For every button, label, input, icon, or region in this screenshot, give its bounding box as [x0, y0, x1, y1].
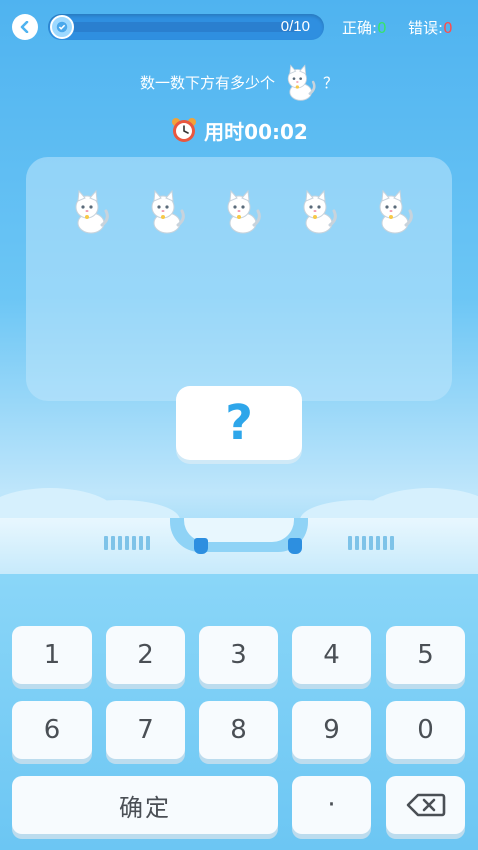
answer-display: ? — [176, 386, 302, 460]
speaker-grille-left — [104, 536, 150, 550]
cat-icon — [287, 64, 316, 101]
badge-icon — [50, 15, 74, 39]
key-4[interactable]: 4 — [292, 626, 371, 684]
question-text: 数一数下方有多少个 ？ — [0, 62, 478, 102]
correct-count: 正确:0 — [342, 17, 387, 38]
correct-value: 0 — [377, 19, 387, 37]
delete-key[interactable] — [386, 776, 465, 834]
cat-row — [66, 187, 416, 235]
key-0[interactable]: 0 — [386, 701, 465, 759]
alarm-clock-icon — [172, 118, 197, 142]
progress-bar: 0/10 — [48, 14, 324, 40]
keypad: 1 2 3 4 5 6 7 8 9 0 确定 · — [0, 574, 478, 850]
key-1[interactable]: 1 — [12, 626, 92, 684]
speaker-grille-right — [348, 536, 394, 550]
decimal-point-key[interactable]: · — [292, 776, 371, 834]
top-bar: 0/10 正确:0 错误:0 — [0, 0, 478, 54]
wrong-value: 0 — [443, 19, 453, 37]
console-knob-left — [194, 538, 208, 554]
key-6[interactable]: 6 — [12, 701, 92, 759]
cat-icon — [294, 187, 340, 235]
counting-panel — [26, 157, 452, 401]
wrong-label: 错误: — [408, 19, 444, 37]
key-7[interactable]: 7 — [106, 701, 185, 759]
question-prefix: 数一数下方有多少个 — [139, 73, 275, 92]
back-arrow-icon — [20, 21, 29, 33]
question-suffix: ？ — [323, 73, 339, 92]
key-3[interactable]: 3 — [199, 626, 278, 684]
console-knob-right — [288, 538, 302, 554]
key-2[interactable]: 2 — [106, 626, 185, 684]
back-button[interactable] — [12, 14, 38, 40]
confirm-button[interactable]: 确定 — [12, 776, 278, 834]
cat-icon — [66, 187, 112, 235]
timer: 用时00:02 — [0, 114, 478, 146]
key-8[interactable]: 8 — [199, 701, 278, 759]
cat-icon — [218, 187, 264, 235]
progress-text: 0/10 — [280, 18, 310, 35]
keypad-console — [0, 518, 478, 574]
cat-icon — [142, 187, 188, 235]
cat-icon — [370, 187, 416, 235]
correct-label: 正确: — [342, 19, 378, 37]
key-5[interactable]: 5 — [386, 626, 465, 684]
key-9[interactable]: 9 — [292, 701, 371, 759]
timer-label: 用时00:02 — [204, 119, 308, 144]
progress-track — [70, 22, 300, 32]
backspace-icon — [406, 793, 445, 817]
wrong-count: 错误:0 — [408, 17, 453, 38]
